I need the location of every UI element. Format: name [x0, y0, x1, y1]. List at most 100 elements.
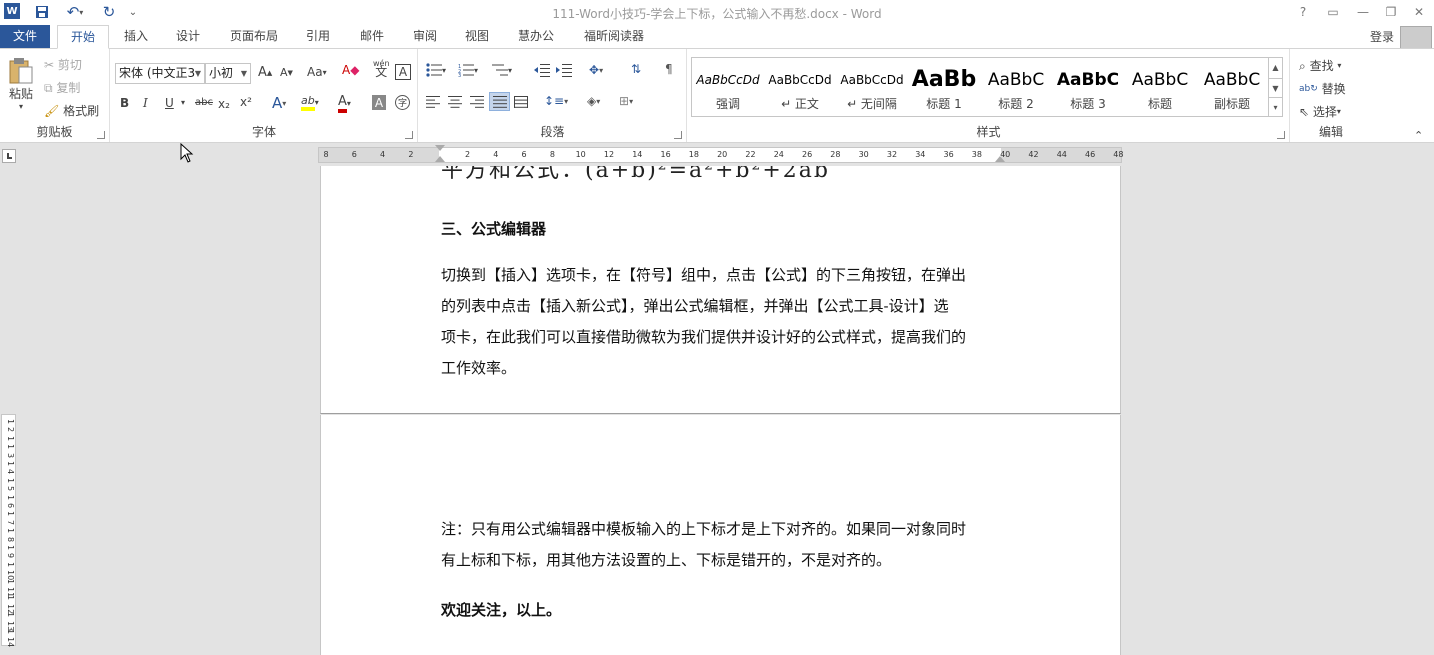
font-launcher-icon[interactable]: [405, 131, 413, 139]
text-effects-button[interactable]: A ▾: [272, 94, 286, 112]
horizontal-ruler[interactable]: 8 6 4 2 2 4 6 8 10 12 14 16 18 20 22 24 26 28 30 32 34 36 38 40…: [318, 145, 1123, 163]
replace-button[interactable]: ab↻ 替换: [1299, 80, 1346, 97]
tab-review[interactable]: 审阅: [405, 25, 445, 49]
font-color-button[interactable]: A ▾: [338, 94, 351, 113]
ribbon-display-options-button[interactable]: ▭: [1320, 2, 1346, 22]
cut-button[interactable]: ✂ 剪切: [44, 56, 82, 73]
increase-indent-button[interactable]: [556, 63, 572, 77]
format-painter-button[interactable]: 🖌 格式刷: [44, 102, 99, 119]
tab-home[interactable]: 开始: [57, 25, 109, 49]
tab-page-layout[interactable]: 页面布局: [222, 25, 286, 49]
justify-button[interactable]: [489, 92, 510, 111]
find-button[interactable]: ⌕ 查找 ▾: [1299, 57, 1341, 74]
styles-launcher-icon[interactable]: [1277, 131, 1285, 139]
bold-button[interactable]: B: [120, 96, 129, 110]
character-shading-button[interactable]: A: [372, 95, 386, 110]
ruler-tick-label: 2: [464, 150, 471, 159]
decrease-indent-button[interactable]: [534, 63, 550, 77]
tab-design[interactable]: 设计: [168, 25, 208, 49]
hanging-indent-icon[interactable]: [435, 156, 445, 162]
paragraph-launcher-icon[interactable]: [674, 131, 682, 139]
character-border-button[interactable]: A: [395, 64, 411, 80]
close-button[interactable]: ✕: [1406, 2, 1432, 22]
collapse-ribbon-icon[interactable]: ⌃: [1414, 129, 1423, 142]
help-button[interactable]: ?: [1290, 2, 1316, 22]
restore-button[interactable]: ❐: [1378, 2, 1404, 22]
right-indent-icon[interactable]: [995, 156, 1005, 162]
highlight-button[interactable]: ab ▾: [301, 94, 319, 111]
borders-button[interactable]: ⊞ ▾: [619, 94, 633, 108]
style-heading-2[interactable]: AaBbC 标题 2: [980, 58, 1052, 116]
subscript-button[interactable]: x₂: [218, 97, 230, 111]
bullets-button[interactable]: ▾: [426, 63, 446, 77]
style-heading-3[interactable]: AaBbC 标题 3: [1052, 58, 1124, 116]
minimize-button[interactable]: —: [1350, 2, 1376, 22]
phonetic-guide-button[interactable]: wén 文: [373, 59, 390, 78]
paste-button[interactable]: 粘贴 ▾: [6, 57, 36, 111]
superscript-button[interactable]: x²: [240, 95, 252, 109]
italic-button[interactable]: I: [143, 96, 148, 110]
vertical-ruler-tick-label: 1: [6, 511, 15, 517]
enclose-characters-button[interactable]: 字: [395, 95, 410, 110]
style-no-spacing[interactable]: AaBbCcDd ↵ 无间隔: [836, 58, 908, 116]
document-page[interactable]: 平方和公式：(a+b)²=a²+b²+2ab 三、公式编辑器 切换到【插入】选项…: [320, 166, 1121, 414]
copy-label: 复制: [56, 81, 81, 95]
font-group-label: 字体: [251, 125, 276, 139]
numbering-button[interactable]: 1 2 3 ▾: [458, 63, 478, 77]
style-preview: AaBbCcDd: [696, 73, 760, 87]
change-case-icon: Aa: [307, 65, 323, 79]
chevron-down-icon[interactable]: ▾: [181, 98, 185, 107]
copy-button[interactable]: ⧉ 复制: [44, 79, 80, 96]
line-spacing-button[interactable]: ↕≡ ▾: [544, 94, 568, 108]
gallery-scroll-down-icon[interactable]: ▼: [1268, 78, 1282, 97]
tab-foxit-reader[interactable]: 福昕阅读器: [576, 25, 652, 49]
font-family-select[interactable]: 宋体 (中文正3 ▼: [115, 63, 205, 84]
style-preview: AaBbC: [1131, 70, 1189, 90]
chinese-layout-button[interactable]: ✥ ▾: [589, 63, 603, 77]
font-size-select[interactable]: 小初 ▼: [205, 63, 251, 84]
multilevel-list-button[interactable]: ▾: [492, 63, 512, 77]
tab-huibangong[interactable]: 慧办公: [510, 25, 562, 49]
align-center-button[interactable]: [448, 96, 462, 108]
clipboard-launcher-icon[interactable]: [97, 131, 105, 139]
show-hide-marks-button[interactable]: ¶: [665, 62, 673, 76]
select-button[interactable]: ⇖ 选择 ▾: [1299, 103, 1341, 120]
ruler-tick-label: 6: [521, 150, 527, 159]
tab-file[interactable]: 文件: [0, 25, 50, 49]
style-title[interactable]: AaBbC 标题: [1124, 58, 1196, 116]
style-emphasis[interactable]: AaBbCcDd 强调: [692, 58, 764, 116]
pilcrow-icon: ¶: [665, 62, 673, 76]
document-page[interactable]: 注：只有用公式编辑器中模板输入的上下标才是上下对齐的。如果同一对象同时 有上标和…: [320, 415, 1121, 655]
sort-button[interactable]: ⇅: [631, 62, 641, 76]
login-link[interactable]: 登录: [1370, 28, 1394, 45]
find-label: 查找: [1309, 59, 1334, 73]
first-line-indent-icon[interactable]: [435, 145, 445, 151]
clear-formatting-icon[interactable]: A ◆: [342, 63, 359, 77]
vertical-ruler-tick-label: 1: [6, 494, 15, 500]
gallery-scroll-up-icon[interactable]: ▲: [1268, 58, 1282, 78]
style-heading-1[interactable]: AaBb 标题 1: [908, 58, 980, 116]
align-right-button[interactable]: [470, 96, 484, 108]
tab-mailings[interactable]: 邮件: [352, 25, 392, 49]
tab-selector-icon[interactable]: [2, 149, 16, 163]
style-subtitle[interactable]: AaBbC 副标题: [1196, 58, 1268, 116]
highlighter-icon: ab: [301, 94, 315, 111]
gallery-more-icon[interactable]: ▾: [1268, 97, 1282, 116]
body-paragraph: 切换到【插入】选项卡，在【符号】组中，点击【公式】的下三角按钮，在弹出 的列表中…: [441, 260, 1003, 384]
underline-button[interactable]: U: [165, 96, 174, 110]
tab-view[interactable]: 视图: [457, 25, 497, 49]
tab-insert[interactable]: 插入: [116, 25, 156, 49]
distributed-button[interactable]: [514, 96, 528, 108]
vertical-ruler-tick-label: 7: [6, 519, 15, 525]
tab-references[interactable]: 引用: [298, 25, 338, 49]
shading-button[interactable]: ◈ ▾: [587, 94, 600, 108]
avatar[interactable]: [1400, 26, 1432, 49]
grow-font-button[interactable]: A ▲: [258, 65, 272, 80]
strikethrough-button[interactable]: abc: [195, 97, 213, 108]
shrink-font-button[interactable]: A ▼: [280, 66, 293, 79]
vertical-ruler[interactable]: 1 2 1 1 3 1 4 1 5 1 6 1 7 1 8 1 9 1 10 1 11 1 12 1 13 1 14: [1, 414, 16, 648]
style-normal[interactable]: AaBbCcDd ↵ 正文: [764, 58, 836, 116]
change-case-button[interactable]: Aa ▾: [307, 65, 327, 79]
bullets-icon: [426, 63, 442, 77]
align-left-button[interactable]: [426, 96, 440, 108]
